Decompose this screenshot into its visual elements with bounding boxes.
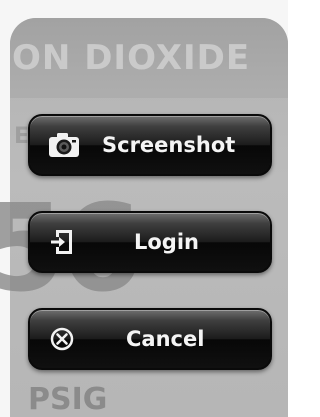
cancel-button[interactable]: Cancel: [28, 308, 272, 370]
cancel-icon: [47, 324, 81, 354]
screenshot-button[interactable]: Screenshot: [28, 114, 272, 176]
cancel-button-label: Cancel: [126, 327, 205, 351]
device-screen: ON DIOXIDE E 56 PSIG Screenshot Login: [0, 0, 288, 417]
login-icon: [47, 227, 81, 257]
camera-icon: [47, 130, 81, 160]
screenshot-button-label: Screenshot: [102, 133, 236, 157]
login-button-label: Login: [134, 230, 199, 254]
login-button[interactable]: Login: [28, 211, 272, 273]
